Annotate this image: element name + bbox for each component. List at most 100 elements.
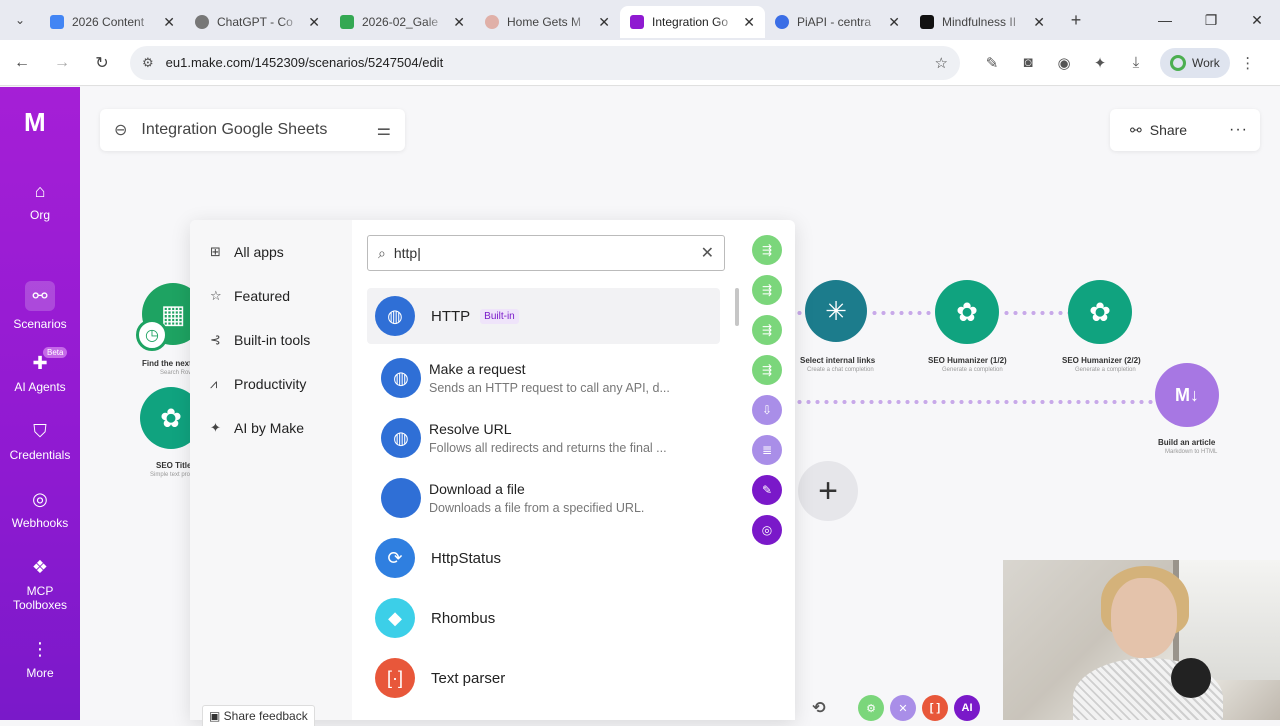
close-tab-icon[interactable]: ✕ xyxy=(163,14,175,31)
aggregator-icon[interactable]: ⇶ xyxy=(752,315,782,345)
back-icon[interactable]: ← xyxy=(4,54,40,72)
openai-node[interactable]: ✿ xyxy=(935,280,999,344)
browser-tab[interactable]: ChatGPT - Co ✕ xyxy=(185,6,330,38)
openai-icon: ✿ xyxy=(160,402,182,433)
result-app-rhombus[interactable]: ◆ Rhombus xyxy=(367,590,720,646)
array-icon[interactable]: ≣ xyxy=(752,435,782,465)
back-circle-icon[interactable]: ⊖ xyxy=(114,120,127,140)
browser-tab[interactable]: PiAPI - centra ✕ xyxy=(765,6,910,38)
close-tab-icon[interactable]: ✕ xyxy=(1033,14,1045,31)
close-window-icon[interactable]: ✕ xyxy=(1234,0,1280,40)
search-value: http xyxy=(393,245,418,261)
ai-tools-icon[interactable]: ✎ xyxy=(752,475,782,505)
close-tab-icon[interactable]: ✕ xyxy=(743,14,755,31)
iterator-icon[interactable]: ⇶ xyxy=(752,275,782,305)
clear-search-icon[interactable]: ✕ xyxy=(701,243,714,263)
share-nodes-icon: ⚯ xyxy=(25,281,55,311)
history-icon[interactable]: ⟲ xyxy=(806,695,832,721)
bookmark-star-icon[interactable]: ☆ xyxy=(935,54,948,72)
extensions-icon[interactable]: ✦ xyxy=(1082,54,1118,72)
camera-icon[interactable]: ◙ xyxy=(1010,54,1046,71)
category-all-apps[interactable]: ⊞ All apps xyxy=(210,242,284,262)
grid-icon: ⊞ xyxy=(210,244,221,259)
close-tab-icon[interactable]: ✕ xyxy=(308,14,320,31)
results-scrollbar[interactable] xyxy=(735,288,739,326)
webcam-person-face xyxy=(1111,578,1177,658)
module-description: Follows all redirects and returns the fi… xyxy=(429,441,667,455)
star-icon: ☆ xyxy=(210,288,222,303)
sidebar-item-ai-agents[interactable]: Beta ✚ AI Agents xyxy=(0,347,80,394)
category-ai-by-make[interactable]: ✦ AI by Make xyxy=(210,418,304,438)
globe-icon: ◎ xyxy=(32,489,48,509)
more-options-icon[interactable]: ··· xyxy=(1229,121,1248,139)
app-search-input[interactable]: ⌕ http | ✕ xyxy=(367,235,725,271)
minimize-icon[interactable]: — xyxy=(1142,0,1188,40)
scenario-header: ⊖ Integration Google Sheets ⚌ xyxy=(100,109,405,151)
close-tab-icon[interactable]: ✕ xyxy=(453,14,465,31)
result-module-resolve-url[interactable]: ◍ Resolve URL Follows all redirects and r… xyxy=(381,410,720,466)
sidebar-item-org[interactable]: ⌂ Org xyxy=(0,181,80,222)
add-module-button[interactable]: + xyxy=(798,461,858,521)
sidebar-item-scenarios[interactable]: ⚯ Scenarios xyxy=(0,281,80,331)
reload-icon[interactable]: ↻ xyxy=(84,53,120,73)
browser-tab-active[interactable]: Integration Go ✕ xyxy=(620,6,765,38)
browser-tab[interactable]: Home Gets M ✕ xyxy=(475,6,620,38)
module-picker: ⊞ All apps ☆ Featured ⊰ Built-in tools ⩘ Pro… xyxy=(190,220,795,726)
close-tab-icon[interactable]: ✕ xyxy=(888,14,900,31)
sidebar-item-more[interactable]: ⋮ More xyxy=(0,639,80,680)
perplexity-node[interactable]: ✳ xyxy=(805,280,867,342)
browser-tab[interactable]: Mindfulness II ✕ xyxy=(910,6,1055,38)
repeater-icon[interactable]: ⇶ xyxy=(752,355,782,385)
router-icon[interactable]: ⇶ xyxy=(752,235,782,265)
home-icon: ⌂ xyxy=(34,181,46,201)
ai-small-icon[interactable]: AI xyxy=(954,695,980,721)
category-productivity[interactable]: ⩘ Productivity xyxy=(210,374,306,394)
agent-strip-icon[interactable]: ◎ xyxy=(752,515,782,545)
data-store-icon[interactable]: ⇩ xyxy=(752,395,782,425)
close-tab-icon[interactable]: ✕ xyxy=(598,14,610,31)
route-connector xyxy=(870,311,936,315)
browser-tab[interactable]: 2026-02_Gale ✕ xyxy=(330,6,475,38)
category-built-in-tools[interactable]: ⊰ Built-in tools xyxy=(210,330,310,350)
pen-icon[interactable]: ✎ xyxy=(974,54,1010,72)
new-tab-button[interactable]: + xyxy=(1061,10,1091,31)
markdown-node[interactable]: M↓ xyxy=(1155,363,1219,427)
address-bar[interactable]: ⚙ eu1.make.com/1452309/scenarios/5247504… xyxy=(130,45,960,80)
sidebar-item-credentials[interactable]: ⛉ Credentials xyxy=(0,421,80,462)
settings-sliders-icon[interactable]: ⚌ xyxy=(377,120,391,140)
openai-node[interactable]: ✿ xyxy=(1068,280,1132,344)
node-sublabel: Create a chat completion xyxy=(807,367,874,373)
browser-tab[interactable]: 2026 Content ✕ xyxy=(40,6,185,38)
node-sublabel: Markdown to HTML xyxy=(1165,449,1218,455)
forward-icon[interactable]: → xyxy=(44,54,80,72)
make-logo[interactable]: M xyxy=(24,107,46,138)
sidebar-item-mcp-toolboxes[interactable]: ❖ MCP Toolboxes xyxy=(0,557,80,612)
sidebar-item-webhooks[interactable]: ◎ Webhooks xyxy=(0,489,80,530)
node-sublabel: Generate a completion xyxy=(1075,367,1136,373)
result-app-text-parser[interactable]: [·] Text parser xyxy=(367,650,720,706)
result-module-download-file[interactable]: Download a file Downloads a file from a s… xyxy=(381,470,720,526)
module-description: Downloads a file from a specified URL. xyxy=(429,501,645,515)
profile-icon xyxy=(1170,54,1186,71)
flow-control-icon[interactable]: ✕ xyxy=(890,695,916,721)
share-feedback-button[interactable]: ▣ Share feedback xyxy=(202,705,315,726)
browser-menu-icon[interactable]: ⋮ xyxy=(1230,54,1266,72)
tab-search-icon[interactable]: ⌄ xyxy=(0,0,40,40)
profile-button[interactable]: Work xyxy=(1160,47,1230,78)
share-button[interactable]: ⚯ Share xyxy=(1122,114,1195,146)
extension-shield-icon[interactable]: ◉ xyxy=(1046,54,1082,72)
tools-gear-icon[interactable]: ⚙ xyxy=(858,695,884,721)
site-settings-icon[interactable]: ⚙ xyxy=(142,55,154,71)
download-icon[interactable]: ⤓ xyxy=(1118,54,1154,71)
result-module-make-request[interactable]: ◍ Make a request Sends an HTTP request to… xyxy=(381,350,720,406)
feedback-icon: ▣ xyxy=(209,709,224,723)
category-featured[interactable]: ☆ Featured xyxy=(210,286,290,306)
result-app-http[interactable]: ◍ HTTP Built-in xyxy=(367,288,720,344)
restore-icon[interactable]: ❐ xyxy=(1188,0,1234,40)
module-name: Download a file xyxy=(429,481,525,497)
node-label: Select internal links xyxy=(800,356,876,365)
schedule-clock-icon[interactable]: ◷ xyxy=(136,319,168,351)
text-parser-small-icon[interactable]: [ ] xyxy=(922,695,948,721)
result-app-httpstatus[interactable]: ⟳ HttpStatus xyxy=(367,530,720,586)
scenario-title[interactable]: Integration Google Sheets xyxy=(141,121,327,139)
